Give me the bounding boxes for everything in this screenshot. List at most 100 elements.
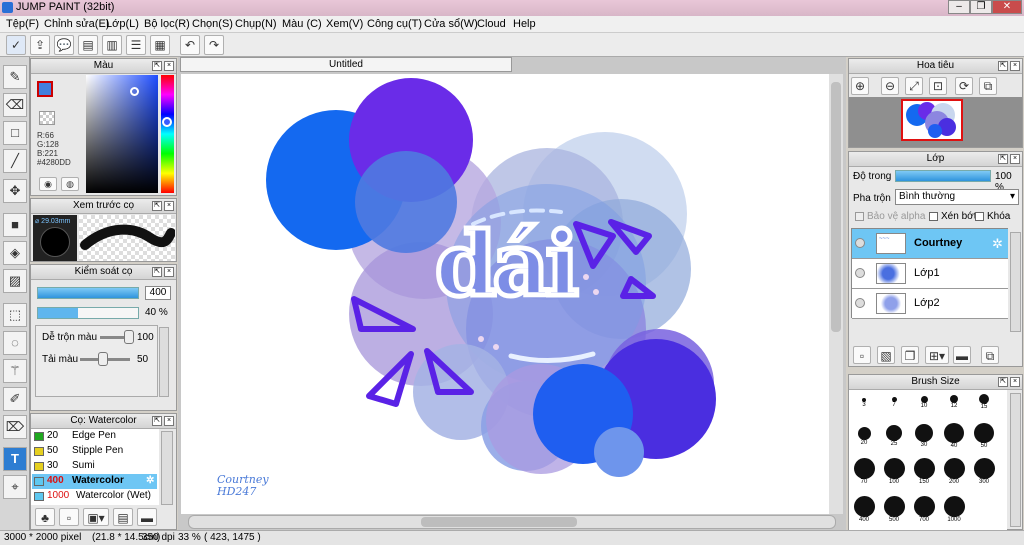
flip-icon[interactable]: ⧉ — [979, 77, 997, 95]
size-preset-150[interactable]: 150 — [909, 458, 939, 485]
visibility-toggle-icon[interactable] — [855, 268, 865, 278]
menu-cloud[interactable]: Cloud — [477, 18, 506, 30]
size-preset-300[interactable]: 300 — [969, 458, 999, 485]
undock-icon[interactable]: ⇱ — [152, 416, 162, 426]
document-icon[interactable]: ▥ — [102, 35, 122, 55]
size-value-field[interactable]: 400 — [145, 286, 171, 300]
saturation-value-picker[interactable] — [86, 75, 158, 193]
brush-size-scrollbar[interactable] — [1010, 393, 1021, 527]
merge-layer-icon[interactable]: ⧉ — [981, 346, 999, 364]
layer-folder-icon[interactable]: ▬ — [953, 346, 971, 364]
canvas-vertical-scrollbar[interactable] — [829, 74, 843, 514]
hue-slider[interactable] — [161, 75, 174, 193]
zoom-out-icon[interactable]: ⊖ — [881, 77, 899, 95]
brush-tool-icon[interactable]: ✎ — [3, 65, 27, 89]
size-preset-400[interactable]: 400 — [849, 496, 879, 523]
text-tool-icon[interactable]: T — [3, 447, 27, 471]
grid-icon[interactable]: ▦ — [150, 35, 170, 55]
actual-size-icon[interactable]: ⊡ — [929, 77, 947, 95]
panel-close-icon[interactable]: × — [164, 61, 174, 71]
undock-icon[interactable]: ⇱ — [998, 61, 1008, 71]
size-preset-1000[interactable]: 1000 — [939, 496, 969, 523]
brush-item-stipple-pen[interactable]: 50 Stipple Pen — [32, 444, 157, 459]
picker-cursor[interactable] — [130, 87, 139, 96]
drawing-canvas[interactable]: dái Courtney HD247 — [181, 74, 829, 514]
size-preset-12[interactable]: 12 — [939, 392, 969, 409]
palette-icon[interactable]: ◉ — [39, 177, 57, 191]
size-preset-200[interactable]: 200 — [939, 458, 969, 485]
brush-item-sumi[interactable]: 30 Sumi — [32, 459, 157, 474]
new-brush-icon[interactable]: ▫ — [59, 508, 79, 526]
message-icon[interactable]: ▤ — [78, 35, 98, 55]
layer-menu-icon[interactable]: ⊞▾ — [925, 346, 949, 364]
operation-tool-icon[interactable]: ⌖ — [3, 475, 27, 499]
main-color-swatch[interactable] — [37, 81, 53, 97]
menu-file[interactable]: Tệp(F) — [6, 18, 39, 30]
size-preset-20[interactable]: 20 — [849, 423, 879, 446]
menu-filter[interactable]: Bộ lọc(R) — [144, 18, 190, 30]
paint-amount-thumb[interactable] — [98, 352, 108, 366]
comment-icon[interactable]: 💬 — [54, 35, 74, 55]
layer-name[interactable]: Lớp2 — [914, 297, 940, 309]
menu-window[interactable]: Cửa sổ(W) — [424, 18, 478, 30]
size-preset-40[interactable]: 40 — [939, 423, 969, 449]
panel-close-icon[interactable]: × — [164, 267, 174, 277]
menu-select[interactable]: Chọn(S) — [192, 18, 233, 30]
opacity-slider[interactable] — [37, 307, 139, 319]
brush-control-scrollbar[interactable] — [159, 327, 169, 397]
panel-close-icon[interactable]: × — [1010, 61, 1020, 71]
size-preset-10[interactable]: 10 — [909, 392, 939, 409]
copy-layer-icon[interactable]: ❐ — [901, 346, 919, 364]
undo-icon[interactable]: ↶ — [180, 35, 200, 55]
menu-help[interactable]: Help — [513, 18, 536, 30]
size-preset-500[interactable]: 500 — [879, 496, 909, 523]
select-rect-tool-icon[interactable]: ⬚ — [3, 303, 27, 327]
panel-close-icon[interactable]: × — [1010, 377, 1020, 387]
size-preset-7[interactable]: 7 — [879, 392, 909, 408]
document-tab[interactable]: Untitled — [180, 57, 512, 72]
size-preset-700[interactable]: 700 — [909, 496, 939, 523]
menu-color[interactable]: Màu (C) — [282, 18, 322, 30]
brush-item-watercolor[interactable]: 400 Watercolor ✲ — [32, 474, 157, 489]
hue-cursor[interactable] — [162, 117, 172, 127]
undock-icon[interactable]: ⇱ — [152, 201, 162, 211]
layer-list-scrollbar[interactable] — [1010, 232, 1021, 332]
panel-close-icon[interactable]: × — [1010, 154, 1020, 164]
vertical-scroll-thumb[interactable] — [831, 82, 841, 332]
select-pen-tool-icon[interactable]: ✐ — [3, 387, 27, 411]
brush-list-scrollbar[interactable] — [161, 431, 173, 505]
layer-row-courtney[interactable]: ~~~ Courtney ✲ — [852, 229, 1008, 259]
rectangle-tool-icon[interactable]: □ — [3, 121, 27, 145]
brush-copy-icon[interactable]: ▤ — [113, 508, 133, 526]
gradient-tool-icon[interactable]: ▨ — [3, 269, 27, 293]
horizontal-scroll-thumb[interactable] — [421, 517, 577, 527]
select-eraser-tool-icon[interactable]: ⌦ — [3, 415, 27, 439]
bucket-tool-icon[interactable]: ◈ — [3, 241, 27, 265]
navigator-thumbnail[interactable] — [901, 99, 963, 141]
rotate-icon[interactable]: ⟳ — [955, 77, 973, 95]
zoom-in-icon[interactable]: ⊕ — [851, 77, 869, 95]
size-preset-100[interactable]: 100 — [879, 458, 909, 485]
menu-capture[interactable]: Chụp(N) — [235, 18, 277, 30]
layer-opacity-slider[interactable] — [895, 170, 991, 182]
protect-alpha-checkbox[interactable] — [855, 212, 864, 221]
undock-icon[interactable]: ⇱ — [152, 267, 162, 277]
brush-menu-icon[interactable]: ▣▾ — [83, 508, 109, 526]
undock-icon[interactable]: ⇱ — [998, 377, 1008, 387]
canvas-horizontal-scrollbar[interactable] — [188, 515, 836, 529]
brush-group-icon[interactable]: ♣ — [35, 508, 55, 526]
transparent-swatch[interactable] — [39, 111, 55, 125]
list-icon[interactable]: ☰ — [126, 35, 146, 55]
menu-view[interactable]: Xem(V) — [326, 18, 363, 30]
color-history-icon[interactable]: ◍ — [61, 177, 79, 191]
brush-item-edge-pen[interactable]: 20 Edge Pen — [32, 429, 157, 444]
size-preset-25[interactable]: 25 — [879, 423, 909, 447]
blend-mode-select[interactable]: Bình thường ▾ — [895, 189, 1019, 205]
layer-row-lop1[interactable]: Lớp1 — [852, 259, 1008, 289]
magic-wand-tool-icon[interactable]: ⚚ — [3, 359, 27, 383]
navigator-view[interactable] — [849, 97, 1022, 147]
redo-icon[interactable]: ↷ — [204, 35, 224, 55]
close-button[interactable]: ✕ — [992, 0, 1022, 14]
panel-close-icon[interactable]: × — [164, 201, 174, 211]
menu-tools[interactable]: Công cụ(T) — [367, 18, 422, 30]
